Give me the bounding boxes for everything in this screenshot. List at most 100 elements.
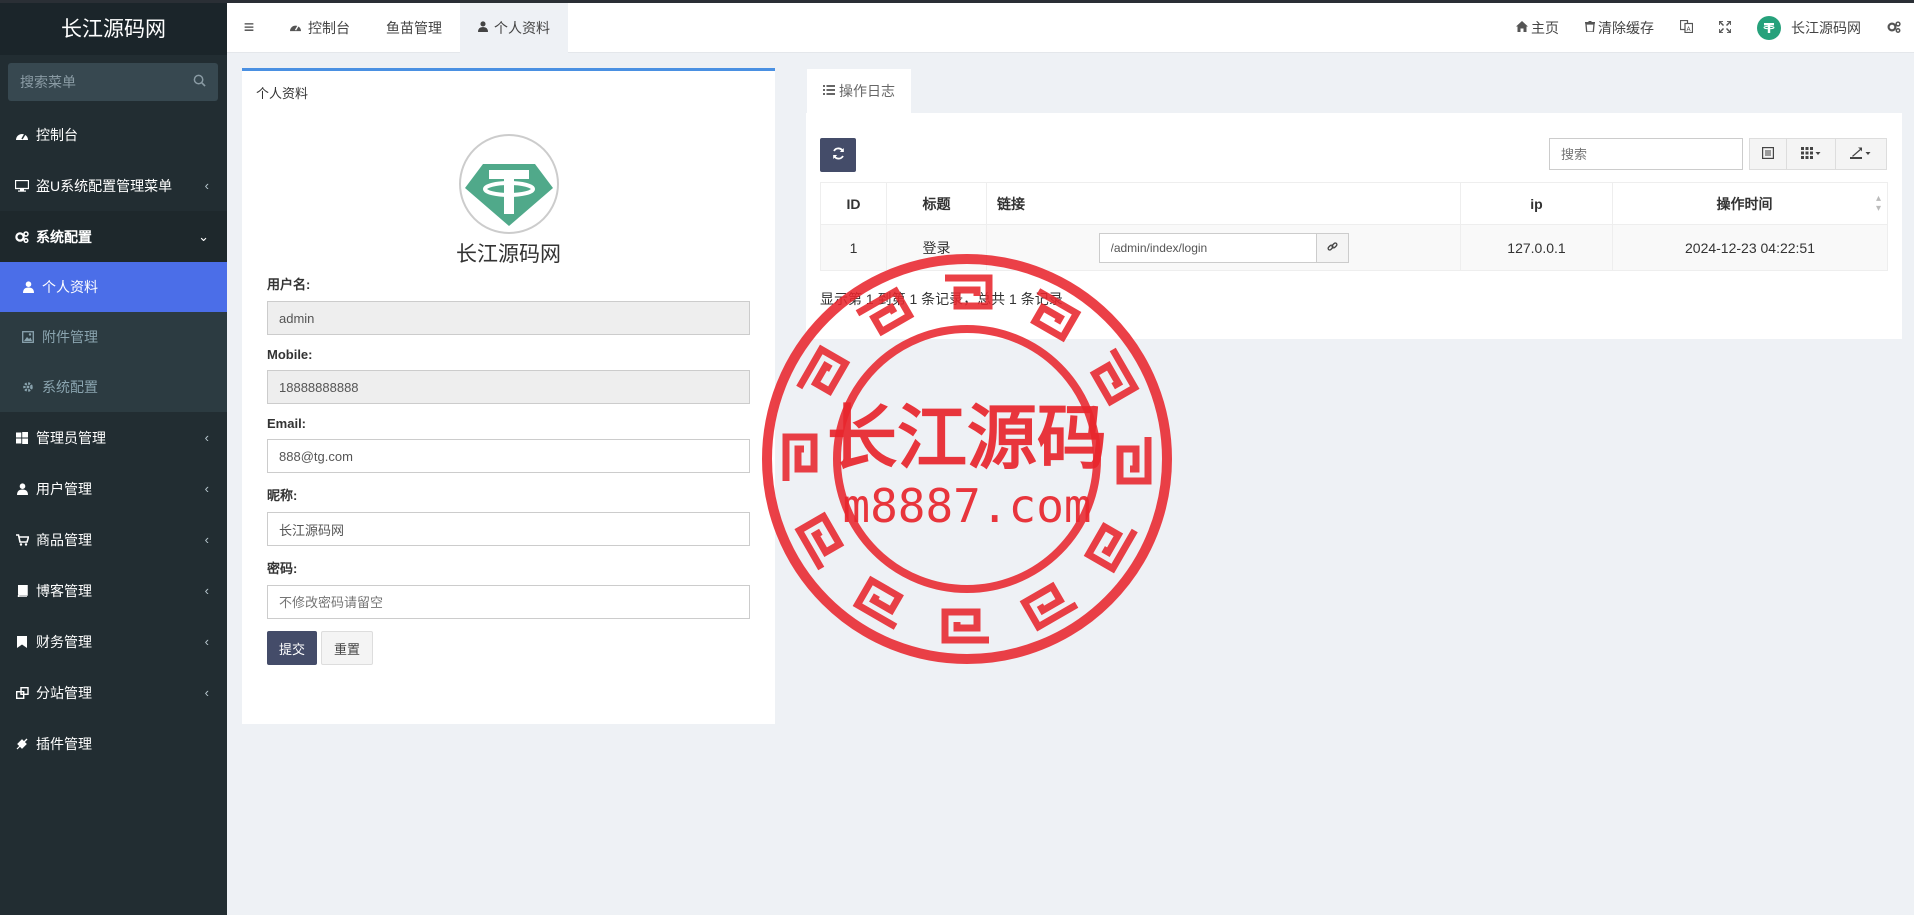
home-link[interactable]: 主页 xyxy=(1503,3,1572,53)
nickname-label: 昵称: xyxy=(267,488,298,503)
sidebar-item-finance[interactable]: 财务管理 ‹ xyxy=(0,616,227,667)
col-time[interactable]: 操作时间 ▴ ▾ xyxy=(1612,182,1888,225)
menu-toggle-icon[interactable]: ≡ xyxy=(227,3,271,53)
windows-icon xyxy=(14,431,30,444)
user-icon xyxy=(20,281,36,293)
chevron-left-icon: ‹ xyxy=(204,634,209,649)
home-icon xyxy=(1516,20,1528,35)
sidebar-menu: 控制台 盗U系统配置管理菜单 ‹ 系统配置 ⌄ 个人资料 附件管理 系统配置 管… xyxy=(0,109,227,769)
sidebar-item-admins[interactable]: 管理员管理 ‹ xyxy=(0,412,227,463)
user-name: 长江源码网 xyxy=(1791,19,1861,36)
search-icon[interactable] xyxy=(193,74,206,90)
watermark-stamp: 长江源码 m8887.com xyxy=(758,250,1176,668)
open-link-button[interactable] xyxy=(1316,232,1349,263)
sidebar-item-settings[interactable]: 系统配置 xyxy=(0,362,227,412)
cell-time: 2024-12-23 04:22:51 xyxy=(1612,224,1888,271)
export-button[interactable] xyxy=(1835,138,1887,170)
expand-icon xyxy=(1718,19,1732,36)
username-label: 用户名: xyxy=(267,277,311,292)
table-search-input[interactable] xyxy=(1549,138,1743,170)
username-field[interactable] xyxy=(267,301,750,335)
sidebar-item-label: 商品管理 xyxy=(36,531,92,548)
chevron-left-icon: ‹ xyxy=(204,178,209,193)
avatar xyxy=(1757,15,1781,40)
profile-panel: 个人资料 长江源码网 用户名: Mobile: Email: 昵称: 密码: xyxy=(242,68,775,724)
profile-name: 长江源码网 xyxy=(456,243,561,266)
log-tabbar: 操作日志 xyxy=(807,69,911,113)
col-id[interactable]: ID xyxy=(820,182,887,225)
chevron-left-icon: ‹ xyxy=(204,583,209,598)
submit-button[interactable]: 提交 xyxy=(267,631,318,665)
sidebar-item-attachments[interactable]: 附件管理 xyxy=(0,312,227,362)
sidebar-item-system-config[interactable]: 系统配置 ⌄ xyxy=(0,211,227,262)
toggle-view-button[interactable] xyxy=(1749,138,1787,170)
table-tool-buttons xyxy=(1749,138,1887,170)
col-link[interactable]: 链接 xyxy=(986,182,1461,225)
language-button[interactable]: A xyxy=(1667,3,1706,53)
nickname-field[interactable] xyxy=(267,512,750,546)
table-toolbar xyxy=(820,138,1888,172)
chevron-left-icon: ‹ xyxy=(204,532,209,547)
sidebar-item-substations[interactable]: 分站管理 ‹ xyxy=(0,667,227,718)
user-icon xyxy=(478,20,488,35)
control-sidebar-button[interactable] xyxy=(1874,3,1914,53)
sidebar-item-config-menu[interactable]: 盗U系统配置管理菜单 ‹ xyxy=(0,160,227,211)
email-field[interactable] xyxy=(267,439,750,473)
sidebar-item-label: 插件管理 xyxy=(36,735,92,752)
columns-button[interactable] xyxy=(1786,138,1836,170)
sidebar-item-label: 个人资料 xyxy=(42,279,98,295)
tab-profile[interactable]: 个人资料 xyxy=(460,2,568,53)
dashboard-icon xyxy=(14,129,30,141)
sidebar-search[interactable]: 搜索菜单 xyxy=(8,63,218,101)
sidebar-item-label: 盗U系统配置管理菜单 xyxy=(36,177,173,194)
plug-icon xyxy=(14,738,30,750)
user-menu[interactable]: 长江源码网 xyxy=(1744,3,1874,53)
reset-button[interactable]: 重置 xyxy=(321,631,374,665)
dashboard-icon xyxy=(289,21,302,35)
sidebar-item-profile[interactable]: 个人资料 xyxy=(0,262,227,312)
tab-dashboard[interactable]: 控制台 xyxy=(271,3,368,53)
sidebar-item-dashboard[interactable]: 控制台 xyxy=(0,109,227,160)
list-icon xyxy=(823,84,835,98)
password-group: 密码: xyxy=(267,558,750,619)
chevron-down-icon: ⌄ xyxy=(198,228,209,244)
clone-icon xyxy=(14,686,30,699)
refresh-button[interactable] xyxy=(820,138,856,172)
sidebar-item-users[interactable]: 用户管理 ‹ xyxy=(0,463,227,514)
table-header-row: ID 标题 链接 ip 操作时间 ▴ ▾ xyxy=(820,182,1888,225)
col-ip[interactable]: ip xyxy=(1460,182,1613,225)
user-icon xyxy=(14,482,30,495)
refresh-icon xyxy=(832,147,845,164)
sidebar-item-label: 控制台 xyxy=(36,126,78,143)
nickname-group: 昵称: xyxy=(267,485,750,546)
profile-avatar[interactable] xyxy=(458,134,559,234)
sidebar-item-label: 管理员管理 xyxy=(36,429,106,446)
tether-logo-icon xyxy=(464,164,553,226)
tab-label: 鱼苗管理 xyxy=(386,19,442,36)
tab-label: 个人资料 xyxy=(494,19,550,36)
cart-icon xyxy=(14,533,30,546)
sidebar-item-products[interactable]: 商品管理 ‹ xyxy=(0,514,227,565)
sidebar-item-label: 博客管理 xyxy=(36,582,92,599)
cell-ip[interactable]: 127.0.0.1 xyxy=(1460,224,1613,271)
col-title[interactable]: 标题 xyxy=(886,182,987,225)
cogs-icon xyxy=(1887,20,1901,36)
desktop-icon xyxy=(14,179,30,192)
clear-cache-button[interactable]: 清除缓存 xyxy=(1572,3,1667,53)
app-logo[interactable]: 长江源码网 xyxy=(0,0,227,55)
tab-label: 操作日志 xyxy=(839,83,895,99)
mobile-field[interactable] xyxy=(267,370,750,404)
password-field[interactable] xyxy=(267,585,750,619)
col-time-label: 操作时间 xyxy=(1716,195,1773,212)
sort-icon: ▴ ▾ xyxy=(1875,192,1881,214)
book-icon xyxy=(14,584,30,597)
tab-operation-log[interactable]: 操作日志 xyxy=(807,69,911,113)
fullscreen-button[interactable] xyxy=(1706,3,1744,53)
trash-icon xyxy=(1585,20,1595,35)
tab-fish-management[interactable]: 鱼苗管理 xyxy=(368,3,460,53)
mobile-group: Mobile: xyxy=(267,347,750,404)
sidebar-item-plugins[interactable]: 插件管理 xyxy=(0,718,227,769)
password-label: 密码: xyxy=(267,561,298,576)
sidebar-item-blog[interactable]: 博客管理 ‹ xyxy=(0,565,227,616)
link-icon xyxy=(1326,241,1338,255)
